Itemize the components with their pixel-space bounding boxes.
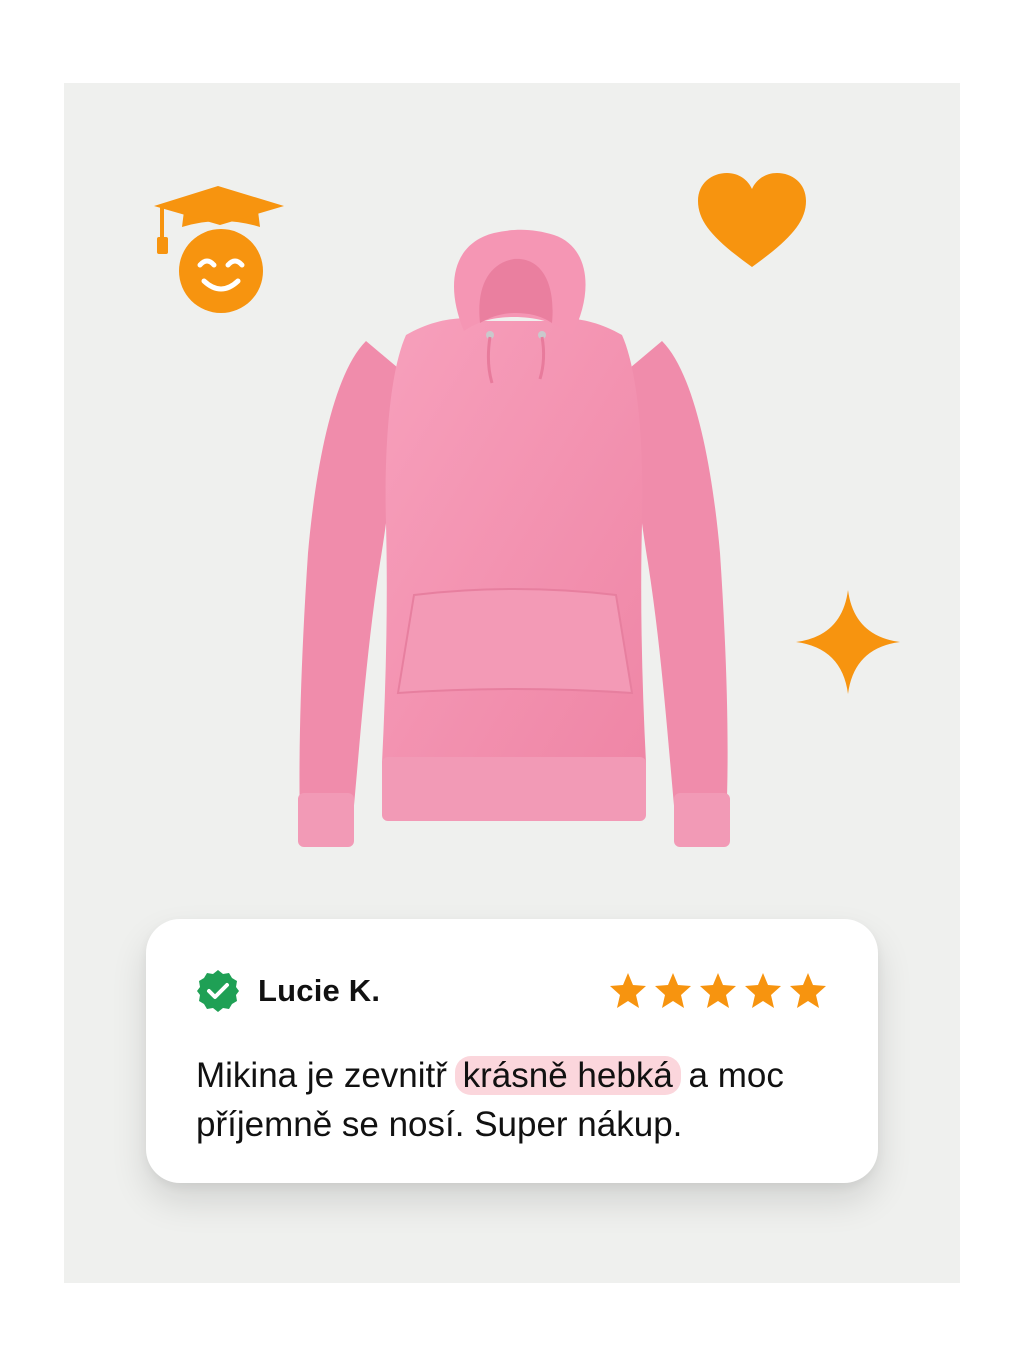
- sparkle-icon: [796, 590, 900, 694]
- review-card: Lucie K. Mikina je zevnitř krásně hebká …: [146, 919, 878, 1183]
- star-rating: [608, 972, 828, 1010]
- promo-canvas: Lucie K. Mikina je zevnitř krásně hebká …: [64, 83, 960, 1283]
- reviewer-name: Lucie K.: [258, 973, 381, 1008]
- star-icon: [745, 973, 781, 1008]
- review-header: Lucie K.: [196, 969, 828, 1013]
- star-icon: [655, 973, 691, 1008]
- star-icon: [610, 973, 646, 1008]
- verified-check-icon: [197, 970, 239, 1012]
- pink-hoodie-image: [298, 229, 730, 847]
- graduation-cap-smiley-icon: [154, 186, 284, 313]
- review-text: Mikina je zevnitř krásně hebká a moc pří…: [196, 1051, 836, 1149]
- review-text-highlight: krásně hebká: [454, 1056, 681, 1095]
- star-icon: [790, 973, 826, 1008]
- star-icon: [700, 973, 736, 1008]
- review-text-start: Mikina je zevnitř: [196, 1056, 447, 1095]
